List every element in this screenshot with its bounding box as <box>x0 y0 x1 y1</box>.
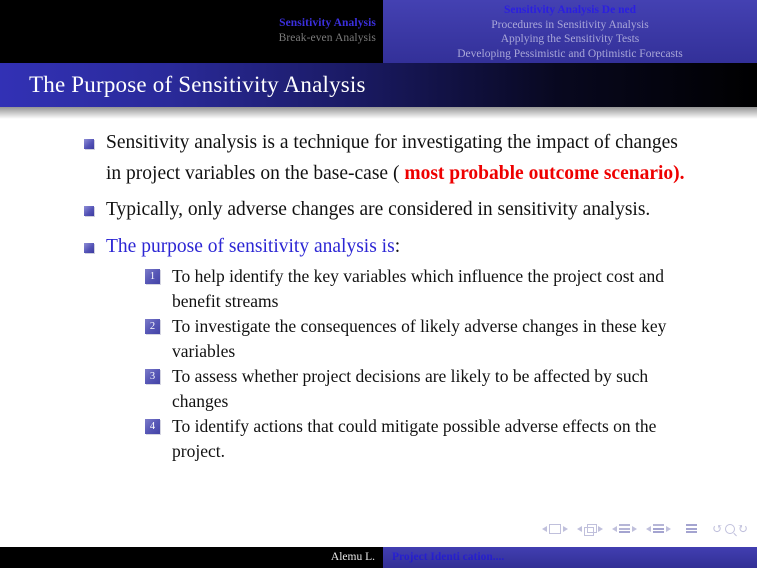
bullet-text-suffix: : <box>394 235 401 257</box>
subsection-navigation-panel: Sensitivity Analysis De ned Procedures i… <box>383 0 757 63</box>
beamer-navigation-symbols: ↺ ↻ <box>542 522 748 536</box>
next-section-icon[interactable] <box>666 526 672 532</box>
subsection-navigation-group[interactable] <box>612 524 638 534</box>
next-frame-icon[interactable] <box>598 526 604 532</box>
enum-number-badge: 1 <box>145 269 160 284</box>
go-forward-icon[interactable]: ↻ <box>737 522 748 535</box>
list-item-text: To assess whether project decisions are … <box>172 366 649 411</box>
nav-subsection-developing-forecasts[interactable]: Developing Pessimistic and Optimistic Fo… <box>383 47 757 62</box>
bullet-list: Sensitivity analysis is a technique for … <box>0 128 757 464</box>
next-subsection-icon[interactable] <box>632 526 638 532</box>
enum-number-badge: 3 <box>145 369 160 384</box>
footer-document-title: Project Identi cation.... <box>383 547 757 568</box>
slide-icon[interactable] <box>549 524 562 534</box>
bullet-square-icon <box>84 139 94 149</box>
bullet-square-icon <box>84 206 94 216</box>
list-item-text: To identify actions that could mitigate … <box>172 416 657 461</box>
nav-subsection-sensitivity-analysis-defined[interactable]: Sensitivity Analysis De ned <box>383 3 757 18</box>
footline: Alemu L. Project Identi cation.... <box>0 547 757 568</box>
page-title: The Purpose of Sensitivity Analysis <box>29 72 366 97</box>
bullet-square-icon <box>84 242 94 253</box>
search-icon[interactable] <box>725 524 736 534</box>
previous-slide-icon[interactable] <box>542 526 548 532</box>
nav-subsection-procedures[interactable]: Procedures in Sensitivity Analysis <box>383 18 757 33</box>
enum-number-badge: 4 <box>145 419 160 434</box>
list-item-text: To help identify the key variables which… <box>172 266 665 311</box>
frame-icon[interactable] <box>584 524 598 536</box>
list-item-text: To investigate the consequences of likel… <box>172 316 667 361</box>
nav-subsection-applying-tests[interactable]: Applying the Sensitivity Tests <box>383 32 757 47</box>
nav-section-sensitivity-analysis[interactable]: Sensitivity Analysis <box>0 16 383 31</box>
previous-subsection-icon[interactable] <box>612 526 618 532</box>
section-navigation-panel: Sensitivity Analysis Break-even Analysis <box>0 0 383 63</box>
bullet-item: The purpose of sensitivity analysis is: … <box>84 232 689 465</box>
list-item: 4 To identify actions that could mitigat… <box>145 414 669 464</box>
headline-navigation-bar: Sensitivity Analysis Break-even Analysis… <box>0 0 757 63</box>
list-item: 3 To assess whether project decisions ar… <box>145 364 669 414</box>
previous-frame-icon[interactable] <box>577 526 583 532</box>
presentation-slide: Sensitivity Analysis Break-even Analysis… <box>0 0 757 568</box>
nav-section-break-even-analysis[interactable]: Break-even Analysis <box>0 31 383 46</box>
bullet-emphasis-text: The purpose of sensitivity analysis is <box>106 235 395 257</box>
list-item: 1 To help identify the key variables whi… <box>145 264 669 314</box>
list-item: 2 To investigate the consequences of lik… <box>145 314 669 364</box>
slide-title-bar: The Purpose of Sensitivity Analysis <box>0 63 757 107</box>
previous-section-icon[interactable] <box>646 526 652 532</box>
history-navigation-group[interactable]: ↺ ↻ <box>712 522 748 535</box>
bullet-item: Sensitivity analysis is a technique for … <box>84 128 689 189</box>
bullet-item: Typically, only adverse changes are cons… <box>84 195 689 226</box>
frame-navigation-group[interactable] <box>577 524 604 536</box>
title-shadow <box>0 107 757 119</box>
enum-number-badge: 2 <box>145 319 160 334</box>
bullet-text: Typically, only adverse changes are cons… <box>106 199 651 220</box>
document-icon[interactable] <box>686 524 698 534</box>
enumerated-list: 1 To help identify the key variables whi… <box>106 264 689 464</box>
bullet-emphasis-text: most probable outcome scenario). <box>404 162 685 184</box>
slide-body: Sensitivity analysis is a technique for … <box>0 128 757 518</box>
go-back-icon[interactable]: ↺ <box>712 522 723 535</box>
next-slide-icon[interactable] <box>563 526 569 532</box>
subsection-icon[interactable] <box>619 524 631 534</box>
section-icon[interactable] <box>653 524 665 534</box>
document-navigation-group[interactable] <box>686 524 698 534</box>
section-navigation-group[interactable] <box>646 524 672 534</box>
footer-author: Alemu L. <box>0 547 383 568</box>
slide-navigation-group[interactable] <box>542 524 569 534</box>
